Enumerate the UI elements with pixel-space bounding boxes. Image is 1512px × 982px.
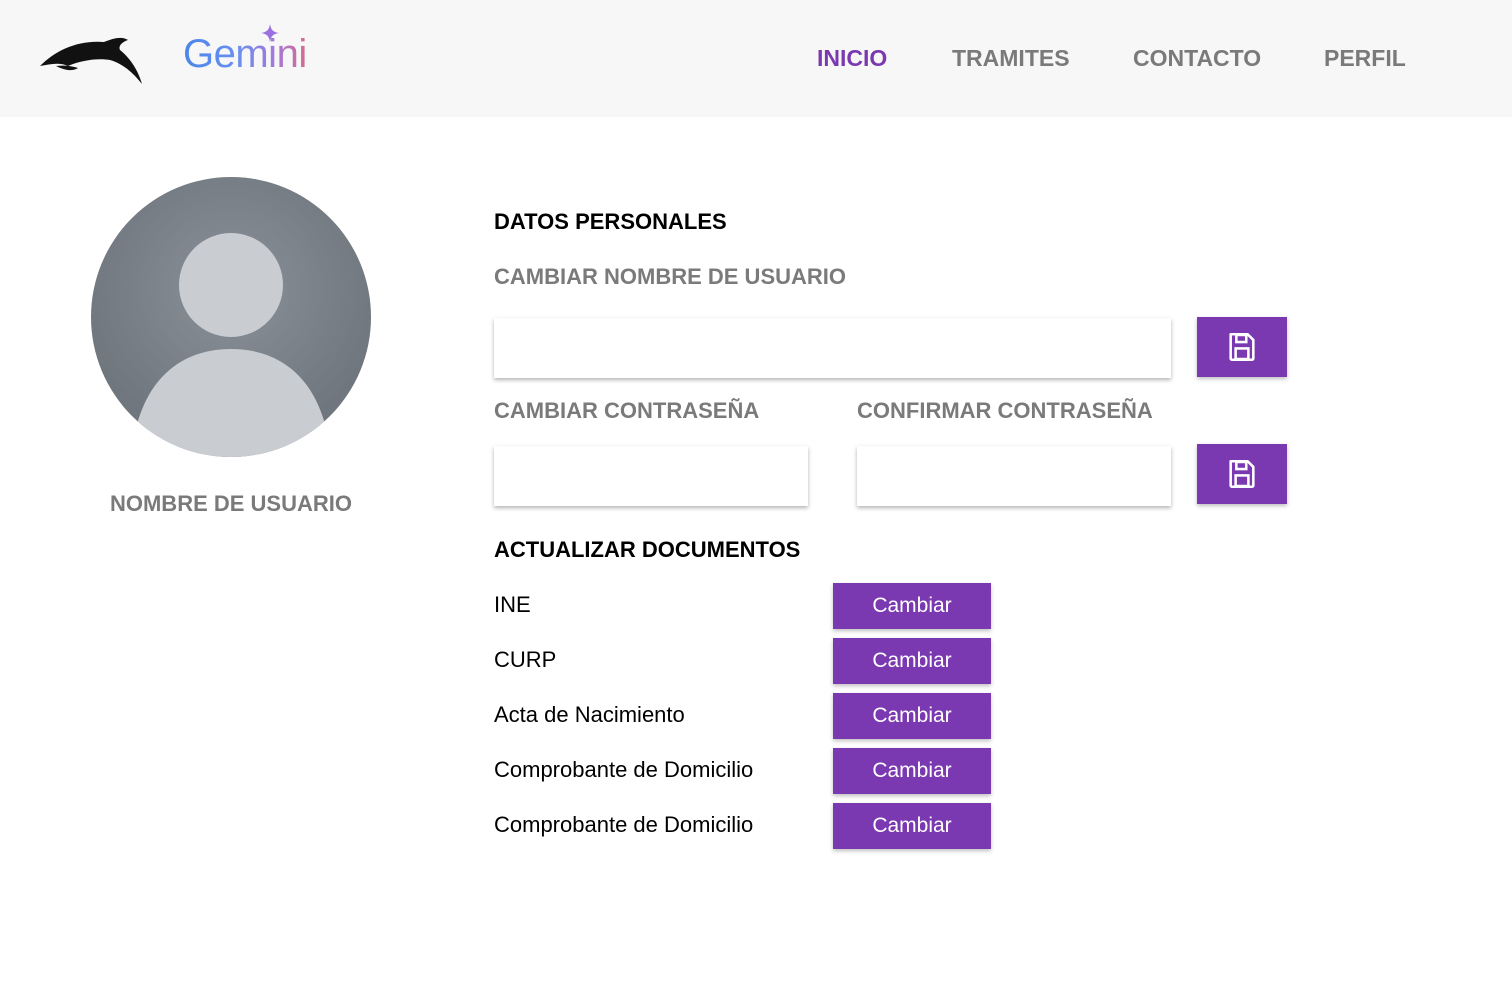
documents-title: ACTUALIZAR DOCUMENTOS (494, 537, 801, 562)
floppy-disk-icon (1229, 332, 1255, 362)
gemini-logo[interactable]: Gemini (183, 30, 307, 78)
profile-username: NOMBRE DE USUARIO (109, 491, 352, 516)
document-label-domicilio: Comprobante de Domicilio (494, 757, 754, 782)
avatar[interactable] (91, 177, 371, 457)
document-label-curp: CURP (494, 647, 557, 672)
floppy-disk-icon (1229, 459, 1255, 489)
change-ine-button[interactable]: Cambiar (833, 583, 991, 629)
nav-inicio[interactable]: INICIO (817, 44, 887, 72)
personal-data-title: DATOS PERSONALES (494, 209, 727, 234)
change-password-label: CAMBIAR CONTRASEÑA (494, 398, 760, 423)
change-username-label: CAMBIAR NOMBRE DE USUARIO (494, 264, 846, 289)
top-navbar: Gemini INICIO TRAMITES CONTACTO PERFIL (0, 0, 1512, 117)
sparkle-icon (261, 24, 279, 42)
change-domicilio-button[interactable]: Cambiar (833, 748, 991, 794)
nav-perfil[interactable]: PERFIL (1324, 44, 1406, 72)
change-password-input[interactable] (494, 446, 808, 506)
document-label-domicilio-2: Comprobante de Domicilio (494, 812, 754, 837)
document-label-ine: INE (494, 592, 531, 617)
confirm-password-input[interactable] (857, 446, 1171, 506)
nav-tramites[interactable]: TRAMITES (952, 44, 1070, 72)
save-username-button[interactable] (1197, 317, 1287, 377)
change-curp-button[interactable]: Cambiar (833, 638, 991, 684)
save-password-button[interactable] (1197, 444, 1287, 504)
change-username-input[interactable] (494, 318, 1171, 378)
change-acta-button[interactable]: Cambiar (833, 693, 991, 739)
dolphin-logo-icon[interactable] (38, 30, 144, 86)
confirm-password-label: CONFIRMAR CONTRASEÑA (857, 398, 1153, 423)
nav-contacto[interactable]: CONTACTO (1133, 44, 1261, 72)
avatar-placeholder-icon (131, 233, 331, 457)
document-label-acta: Acta de Nacimiento (494, 702, 685, 727)
change-domicilio-2-button[interactable]: Cambiar (833, 803, 991, 849)
